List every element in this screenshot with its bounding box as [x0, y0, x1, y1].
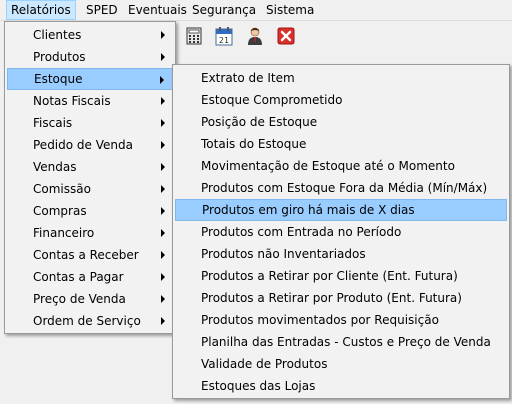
item-label: Posição de Estoque — [201, 115, 318, 129]
reports-menu-item-notas-fiscais[interactable]: Notas Fiscais — [7, 90, 173, 112]
item-label: Totais do Estoque — [201, 137, 307, 151]
chevron-right-icon — [161, 185, 165, 193]
reports-menu-item-comissao[interactable]: Comissão — [7, 178, 173, 200]
stock-menu-item[interactable]: Movimentação de Estoque até o Momento — [175, 155, 507, 177]
item-label: Estoque Comprometido — [201, 93, 343, 107]
reports-menu-item-estoque[interactable]: Estoque — [7, 68, 173, 90]
stock-menu-item[interactable]: Produtos a Retirar por Produto (Ent. Fut… — [175, 287, 507, 309]
stock-submenu: Extrato de Item Estoque Comprometido Pos… — [172, 64, 510, 399]
menu-eventuais[interactable]: Eventuais — [124, 0, 191, 20]
item-label: Fiscais — [33, 116, 73, 130]
stock-menu-item-selected[interactable]: Produtos em giro há mais de X dias — [175, 199, 507, 221]
menu-relatorios[interactable]: Relatórios — [6, 0, 76, 20]
item-label: Produtos a Retirar por Cliente (Ent. Fut… — [201, 269, 458, 283]
stock-menu-item[interactable]: Produtos com Estoque Fora da Média (Mín/… — [175, 177, 507, 199]
chevron-right-icon — [161, 317, 165, 325]
item-label: Produtos em giro há mais de X dias — [202, 203, 415, 217]
menu-seguranca[interactable]: Segurança — [188, 0, 260, 20]
reports-menu-item-pedido-de-venda[interactable]: Pedido de Venda — [7, 134, 173, 156]
chevron-right-icon — [161, 119, 165, 127]
reports-menu-item-vendas[interactable]: Vendas — [7, 156, 173, 178]
chevron-right-icon — [161, 31, 165, 39]
chevron-right-icon — [161, 229, 165, 237]
calendar-day: 21 — [219, 36, 229, 45]
stock-menu-item[interactable]: Estoques das Lojas — [175, 375, 507, 397]
item-label: Movimentação de Estoque até o Momento — [201, 159, 455, 173]
item-label: Estoque — [34, 72, 83, 86]
item-label: Compras — [33, 204, 87, 218]
stock-menu-item[interactable]: Validade de Produtos — [175, 353, 507, 375]
stock-menu-item[interactable]: Produtos não Inventariados — [175, 243, 507, 265]
item-label: Notas Fiscais — [33, 94, 111, 108]
reports-menu-item-financeiro[interactable]: Financeiro — [7, 222, 173, 244]
reports-menu-item-produtos[interactable]: Produtos — [7, 46, 173, 68]
menu-sistema[interactable]: Sistema — [262, 0, 318, 20]
item-label: Planilha das Entradas - Custos e Preço d… — [201, 335, 491, 349]
item-label: Clientes — [33, 28, 82, 42]
chevron-right-icon — [160, 76, 164, 84]
item-label: Produtos com Estoque Fora da Média (Mín/… — [201, 181, 488, 195]
stock-menu-item[interactable]: Produtos a Retirar por Cliente (Ent. Fut… — [175, 265, 507, 287]
item-label: Validade de Produtos — [201, 357, 328, 371]
reports-menu-item-ordem-de-servico[interactable]: Ordem de Serviço — [7, 310, 173, 332]
reports-menu-item-compras[interactable]: Compras — [7, 200, 173, 222]
reports-menu-item-preco-de-venda[interactable]: Preço de Venda — [7, 288, 173, 310]
calendar-icon[interactable]: 21 — [214, 26, 234, 46]
reports-menu-item-fiscais[interactable]: Fiscais — [7, 112, 173, 134]
menu-bar: Relatórios SPED Eventuais Segurança Sist… — [0, 0, 512, 21]
chevron-right-icon — [161, 295, 165, 303]
item-label: Ordem de Serviço — [33, 314, 141, 328]
stock-menu-item[interactable]: Produtos com Entrada no Período — [175, 221, 507, 243]
item-label: Produtos — [33, 50, 86, 64]
stock-menu-item[interactable]: Produtos movimentados por Requisição — [175, 309, 507, 331]
item-label: Estoques das Lojas — [201, 379, 316, 393]
chevron-right-icon — [161, 53, 165, 61]
item-label: Produtos não Inventariados — [201, 247, 366, 261]
stock-menu-item[interactable]: Planilha das Entradas - Custos e Preço d… — [175, 331, 507, 353]
calculator-icon[interactable] — [184, 26, 204, 46]
reports-menu-item-contas-a-receber[interactable]: Contas a Receber — [7, 244, 173, 266]
reports-menu-item-contas-a-pagar[interactable]: Contas a Pagar — [7, 266, 173, 288]
close-icon[interactable] — [276, 26, 296, 46]
item-label: Contas a Pagar — [33, 270, 124, 284]
stock-menu-item[interactable]: Posição de Estoque — [175, 111, 507, 133]
reports-menu-item-clientes[interactable]: Clientes — [7, 24, 173, 46]
chevron-right-icon — [161, 273, 165, 281]
item-label: Produtos a Retirar por Produto (Ent. Fut… — [201, 291, 462, 305]
item-label: Contas a Receber — [33, 248, 139, 262]
stock-menu-item[interactable]: Extrato de Item — [175, 67, 507, 89]
item-label: Vendas — [33, 160, 77, 174]
item-label: Extrato de Item — [201, 71, 295, 85]
chevron-right-icon — [161, 97, 165, 105]
chevron-right-icon — [161, 251, 165, 259]
stock-menu-item[interactable]: Totais do Estoque — [175, 133, 507, 155]
item-label: Financeiro — [33, 226, 95, 240]
chevron-right-icon — [161, 207, 165, 215]
chevron-right-icon — [161, 141, 165, 149]
stock-menu-item[interactable]: Estoque Comprometido — [175, 89, 507, 111]
item-label: Produtos movimentados por Requisição — [201, 313, 439, 327]
chevron-right-icon — [161, 163, 165, 171]
menu-sped[interactable]: SPED — [82, 0, 122, 20]
item-label: Comissão — [33, 182, 91, 196]
item-label: Produtos com Entrada no Período — [201, 225, 402, 239]
item-label: Pedido de Venda — [33, 138, 133, 152]
item-label: Preço de Venda — [33, 292, 126, 306]
reports-menu: Clientes Produtos Estoque Notas Fiscais … — [4, 21, 176, 334]
user-icon[interactable] — [245, 26, 265, 46]
